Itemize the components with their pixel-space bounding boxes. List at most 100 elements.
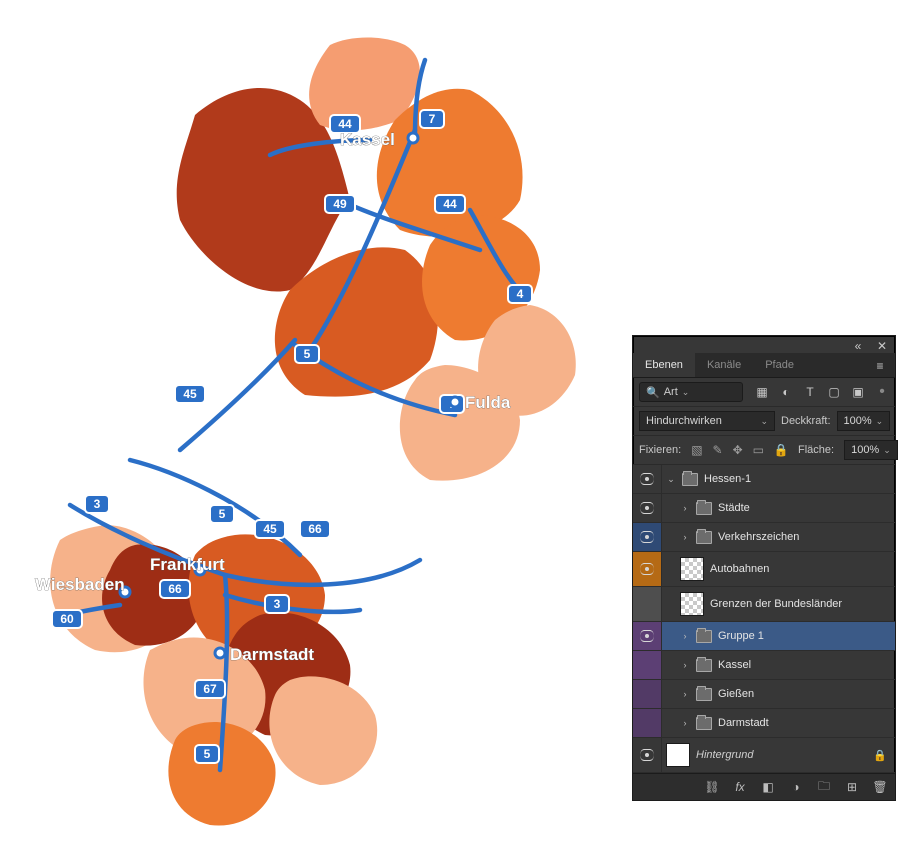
panel-footer: ⛓ fx ◧ ◑ 🗀 ⊞ 🗑 xyxy=(633,773,895,800)
svg-text:5: 5 xyxy=(219,507,226,521)
layer-giessen[interactable]: › Gießen xyxy=(633,680,895,709)
filter-smart-icon[interactable]: ▣ xyxy=(851,385,865,399)
layer-cities[interactable]: › Städte xyxy=(633,494,895,523)
svg-text:5: 5 xyxy=(204,747,211,761)
folder-icon xyxy=(696,630,712,643)
layer-name: Hessen-1 xyxy=(704,473,751,485)
lock-all-icon[interactable]: 🔒 xyxy=(774,443,788,457)
visibility-toggle[interactable] xyxy=(633,622,662,650)
layer-name: Gruppe 1 xyxy=(718,630,764,642)
visibility-toggle[interactable] xyxy=(633,709,662,737)
twirl-closed-icon[interactable]: › xyxy=(680,532,690,542)
city-label-frankfurt: Frankfurt xyxy=(150,555,225,574)
sign-66b: 66 xyxy=(160,580,190,598)
folder-icon xyxy=(696,717,712,730)
chevron-down-icon: ⌄ xyxy=(760,416,768,427)
layer-name: Gießen xyxy=(718,688,754,700)
sign-44b: 44 xyxy=(435,195,465,213)
tab-channels[interactable]: Kanäle xyxy=(695,353,753,377)
layer-highways[interactable]: Autobahnen xyxy=(633,552,895,587)
visibility-toggle[interactable] xyxy=(633,523,662,551)
twirl-closed-icon[interactable]: › xyxy=(680,689,690,699)
twirl-closed-icon[interactable]: › xyxy=(680,503,690,513)
layer-root[interactable]: ⌄ Hessen-1 xyxy=(633,465,895,494)
visibility-toggle[interactable] xyxy=(633,651,662,679)
folder-icon xyxy=(696,688,712,701)
folder-icon xyxy=(696,502,712,515)
svg-text:44: 44 xyxy=(443,197,457,211)
filter-adjust-icon[interactable]: ◐ xyxy=(779,385,793,399)
visibility-toggle[interactable] xyxy=(633,587,662,621)
lock-icon: 🔒 xyxy=(873,749,887,762)
blend-mode-select[interactable]: Hindurchwirken ⌄ xyxy=(639,411,775,431)
layer-kind-select[interactable]: 🔍 Art ⌄ xyxy=(639,382,743,402)
folder-icon xyxy=(682,473,698,486)
tab-paths[interactable]: Pfade xyxy=(753,353,806,377)
sign-3b: 3 xyxy=(265,595,289,613)
layers-panel: « ✕ Ebenen Kanäle Pfade ≡ 🔍 Art ⌄ ▦ ◐ T … xyxy=(632,335,896,801)
layer-background[interactable]: Hintergrund 🔒 xyxy=(633,738,895,773)
mask-icon[interactable]: ◧ xyxy=(761,780,775,794)
layer-thumbnail xyxy=(680,557,704,581)
sign-67: 67 xyxy=(195,680,225,698)
twirl-closed-icon[interactable]: › xyxy=(680,660,690,670)
svg-text:60: 60 xyxy=(60,612,74,626)
visibility-toggle[interactable] xyxy=(633,494,662,522)
city-label-wiesbaden: Wiesbaden xyxy=(35,575,125,594)
layer-darmstadt[interactable]: ›Darmstadt xyxy=(633,709,895,738)
twirl-closed-icon[interactable]: › xyxy=(680,718,690,728)
visibility-toggle[interactable] xyxy=(633,680,662,708)
fx-icon[interactable]: fx xyxy=(733,780,747,794)
fill-value: 100% xyxy=(851,444,879,456)
filter-pixel-icon[interactable]: ▦ xyxy=(755,385,769,399)
panel-menu-icon[interactable]: ≡ xyxy=(873,353,895,373)
svg-text:3: 3 xyxy=(94,497,101,511)
chevron-down-icon: ⌄ xyxy=(876,416,884,427)
link-layers-icon[interactable]: ⛓ xyxy=(705,780,719,794)
filter-shape-icon[interactable]: ▢ xyxy=(827,385,841,399)
eye-icon xyxy=(640,749,654,761)
fill-input[interactable]: 100% ⌄ xyxy=(844,440,898,460)
layer-borders[interactable]: Grenzen der Bundesländer xyxy=(633,587,895,622)
layer-thumbnail xyxy=(680,592,704,616)
lock-artboard-icon[interactable]: ▭ xyxy=(753,443,764,457)
map-svg: 44 7 49 44 4 5 45 7 3 5 45 66 60 66 3 67… xyxy=(0,0,640,850)
chevron-down-icon: ⌄ xyxy=(682,387,690,398)
svg-text:45: 45 xyxy=(183,387,197,401)
layer-group1[interactable]: › Gruppe 1 xyxy=(633,622,895,651)
layer-signs[interactable]: ›Verkehrszeichen xyxy=(633,523,895,552)
twirl-closed-icon[interactable]: › xyxy=(680,631,690,641)
layer-name: Städte xyxy=(718,502,750,514)
visibility-toggle[interactable] xyxy=(633,738,662,772)
svg-text:7: 7 xyxy=(429,112,436,126)
visibility-toggle[interactable] xyxy=(633,552,662,586)
delete-layer-icon[interactable]: 🗑 xyxy=(873,780,887,794)
tab-layers[interactable]: Ebenen xyxy=(633,353,695,377)
svg-text:3: 3 xyxy=(274,597,281,611)
new-group-icon[interactable]: 🗀 xyxy=(817,780,831,794)
folder-icon xyxy=(696,659,712,672)
adjustment-icon[interactable]: ◑ xyxy=(789,780,803,794)
layer-kind-value: Art xyxy=(664,386,678,398)
panel-close-icon[interactable]: ✕ xyxy=(875,339,889,353)
opacity-label: Deckkraft: xyxy=(781,415,831,427)
panel-collapse-icon[interactable]: « xyxy=(851,339,865,353)
filter-type-icon[interactable]: T xyxy=(803,385,817,399)
twirl-open-icon[interactable]: ⌄ xyxy=(666,474,676,485)
visibility-toggle[interactable] xyxy=(633,465,662,493)
sign-7: 7 xyxy=(420,110,444,128)
eye-icon xyxy=(640,531,654,543)
layer-kassel[interactable]: ›Kassel xyxy=(633,651,895,680)
lock-transparency-icon[interactable]: ▧ xyxy=(691,443,702,457)
search-icon: 🔍 xyxy=(646,386,660,399)
new-layer-icon[interactable]: ⊞ xyxy=(845,780,859,794)
opacity-input[interactable]: 100% ⌄ xyxy=(837,411,891,431)
layer-name: Autobahnen xyxy=(710,563,769,575)
layer-name: Grenzen der Bundesländer xyxy=(710,598,842,610)
lock-position-icon[interactable]: ✥ xyxy=(733,443,743,457)
layer-name: Hintergrund xyxy=(696,749,753,761)
lock-paint-icon[interactable]: ✎ xyxy=(713,443,723,457)
folder-icon xyxy=(696,531,712,544)
filter-dot-icon[interactable]: • xyxy=(875,385,889,399)
regions-group xyxy=(50,38,576,826)
